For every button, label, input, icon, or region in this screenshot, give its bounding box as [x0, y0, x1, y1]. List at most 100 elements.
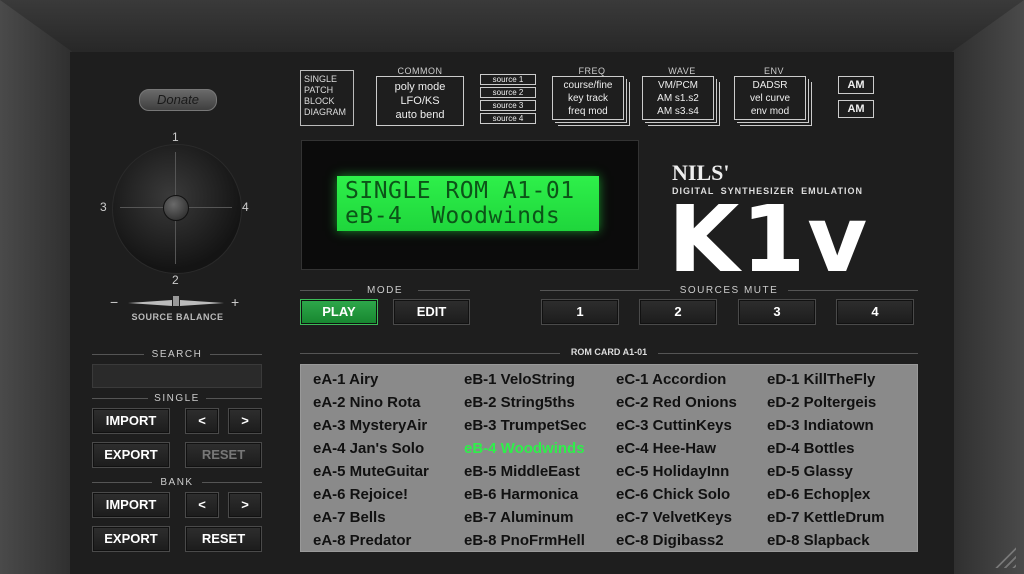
diagram-title-box: SINGLE PATCH BLOCK DIAGRAM — [300, 70, 354, 126]
play-mode-button[interactable]: PLAY — [300, 299, 378, 325]
edit-mode-button[interactable]: EDIT — [393, 299, 470, 325]
single-next-button[interactable]: > — [228, 408, 262, 434]
divider — [202, 482, 262, 483]
patch-item[interactable]: eB-8 PnoFrmHell — [464, 532, 585, 549]
mute-source-4-button[interactable]: 4 — [836, 299, 914, 325]
patch-item[interactable]: eD-2 Poltergeis — [767, 394, 876, 411]
wave-item: AM s3.s4 — [657, 106, 699, 117]
patch-item[interactable]: eD-3 Indiatown — [767, 417, 874, 434]
source-balance-label: SOURCE BALANCE — [131, 312, 224, 322]
divider — [658, 353, 918, 354]
patch-item[interactable]: eD-5 Glassy — [767, 463, 853, 480]
patch-item[interactable]: eD-8 Slapback — [767, 532, 870, 549]
joystick-label-4: 4 — [242, 200, 249, 214]
divider — [788, 290, 918, 291]
patch-item[interactable]: eB-7 Aluminum — [464, 509, 573, 526]
patch-item[interactable]: eA-4 Jan's Solo — [313, 440, 424, 457]
source-3-block[interactable]: source 3 — [480, 100, 536, 111]
search-input[interactable] — [92, 364, 262, 388]
patch-item[interactable]: eD-6 Echop|ex — [767, 486, 870, 503]
mute-source-3-button[interactable]: 3 — [738, 299, 816, 325]
patch-item[interactable]: eB-5 MiddleEast — [464, 463, 580, 480]
env-label: ENV — [763, 66, 784, 76]
sources-mute-label: SOURCES MUTE — [679, 285, 779, 296]
bank-export-button[interactable]: EXPORT — [92, 526, 170, 552]
balance-plus-icon: + — [231, 294, 240, 310]
joystick-label-1: 1 — [172, 130, 179, 144]
common-item: auto bend — [395, 109, 445, 121]
freq-item: key track — [567, 93, 608, 104]
donate-button[interactable]: Donate — [139, 89, 217, 111]
freq-block[interactable]: course/fine key track freq mod — [552, 76, 624, 120]
am-block-1[interactable]: AM — [838, 76, 874, 94]
single-import-button[interactable]: IMPORT — [92, 408, 170, 434]
patch-item[interactable]: eA-6 Rejoice! — [313, 486, 408, 503]
patch-item[interactable]: eD-7 KettleDrum — [767, 509, 885, 526]
patch-item[interactable]: eA-5 MuteGuitar — [313, 463, 429, 480]
single-prev-button[interactable]: < — [185, 408, 219, 434]
source-2-block[interactable]: source 2 — [480, 87, 536, 98]
patch-item[interactable]: eB-6 Harmonica — [464, 486, 578, 503]
bank-prev-button[interactable]: < — [185, 492, 219, 518]
patch-item[interactable]: eC-5 HolidayInn — [616, 463, 729, 480]
patch-item[interactable]: eA-8 Predator — [313, 532, 411, 549]
bank-next-button[interactable]: > — [228, 492, 262, 518]
mute-source-1-button[interactable]: 1 — [541, 299, 619, 325]
patch-item[interactable]: eC-4 Hee-Haw — [616, 440, 716, 457]
patch-item[interactable]: eB-2 String5ths — [464, 394, 575, 411]
env-item: vel curve — [749, 93, 790, 104]
brand-logo: K1v — [668, 186, 870, 293]
divider — [210, 354, 262, 355]
patch-item[interactable]: eD-1 KillTheFly — [767, 371, 875, 388]
mode-label: MODE — [367, 285, 403, 296]
patch-item[interactable]: eC-1 Accordion — [616, 371, 726, 388]
patch-item[interactable]: eC-8 Digibass2 — [616, 532, 724, 549]
patch-item[interactable]: eC-6 Chick Solo — [616, 486, 730, 503]
divider — [92, 398, 148, 399]
patch-item[interactable]: eA-7 Bells — [313, 509, 386, 526]
window-bezel-top — [0, 0, 1024, 56]
patch-item[interactable]: eC-2 Red Onions — [616, 394, 737, 411]
am-block-2[interactable]: AM — [838, 100, 874, 118]
patch-item[interactable]: eA-1 Airy — [313, 371, 378, 388]
patch-item[interactable]: eC-7 VelvetKeys — [616, 509, 732, 526]
wave-item: AM s1.s2 — [657, 93, 699, 104]
window-bezel-right — [944, 0, 1024, 574]
lcd-line-2: eB-4 Woodwinds — [345, 203, 561, 229]
freq-item: freq mod — [568, 106, 608, 117]
divider — [418, 290, 470, 291]
patch-item[interactable]: eA-3 MysteryAir — [313, 417, 427, 434]
patch-item-selected[interactable]: eB-4 Woodwinds — [464, 440, 585, 457]
joystick-label-3: 3 — [100, 200, 107, 214]
balance-left-wedge — [128, 300, 172, 306]
divider — [92, 354, 144, 355]
bank-import-button[interactable]: IMPORT — [92, 492, 170, 518]
common-block[interactable]: poly mode LFO/KS auto bend — [376, 76, 464, 126]
mute-source-2-button[interactable]: 2 — [639, 299, 717, 325]
balance-minus-icon: − — [110, 294, 119, 310]
patch-item[interactable]: eB-1 VeloString — [464, 371, 575, 388]
diagram-title-line: PATCH — [304, 85, 334, 95]
single-reset-button[interactable]: RESET — [185, 442, 262, 468]
patch-item[interactable]: eD-4 Bottles — [767, 440, 855, 457]
source-4-block[interactable]: source 4 — [480, 113, 536, 124]
block-diagram: SINGLE PATCH BLOCK DIAGRAM COMMON poly m… — [300, 66, 880, 128]
patch-item[interactable]: eC-3 CuttinKeys — [616, 417, 732, 434]
diagram-title-line: SINGLE — [304, 74, 338, 84]
diagram-title-line: BLOCK — [304, 96, 335, 106]
wave-label: WAVE — [668, 66, 696, 76]
brand-nils: NILS' — [672, 160, 730, 185]
joystick-label-2: 2 — [172, 273, 179, 287]
patch-list: eA-1 Airy eA-2 Nino Rota eA-3 MysteryAir… — [300, 364, 918, 552]
source-1-block[interactable]: source 1 — [480, 74, 536, 85]
env-block[interactable]: DADSR vel curve env mod — [734, 76, 806, 120]
joystick-knob[interactable] — [163, 195, 189, 221]
patch-item[interactable]: eB-3 TrumpetSec — [464, 417, 587, 434]
patch-item[interactable]: eA-2 Nino Rota — [313, 394, 421, 411]
wave-block[interactable]: VM/PCM AM s1.s2 AM s3.s4 — [642, 76, 714, 120]
window-bezel-left — [0, 0, 80, 574]
balance-slider-handle[interactable] — [173, 296, 179, 306]
single-export-button[interactable]: EXPORT — [92, 442, 170, 468]
freq-item: course/fine — [563, 80, 613, 91]
bank-reset-button[interactable]: RESET — [185, 526, 262, 552]
